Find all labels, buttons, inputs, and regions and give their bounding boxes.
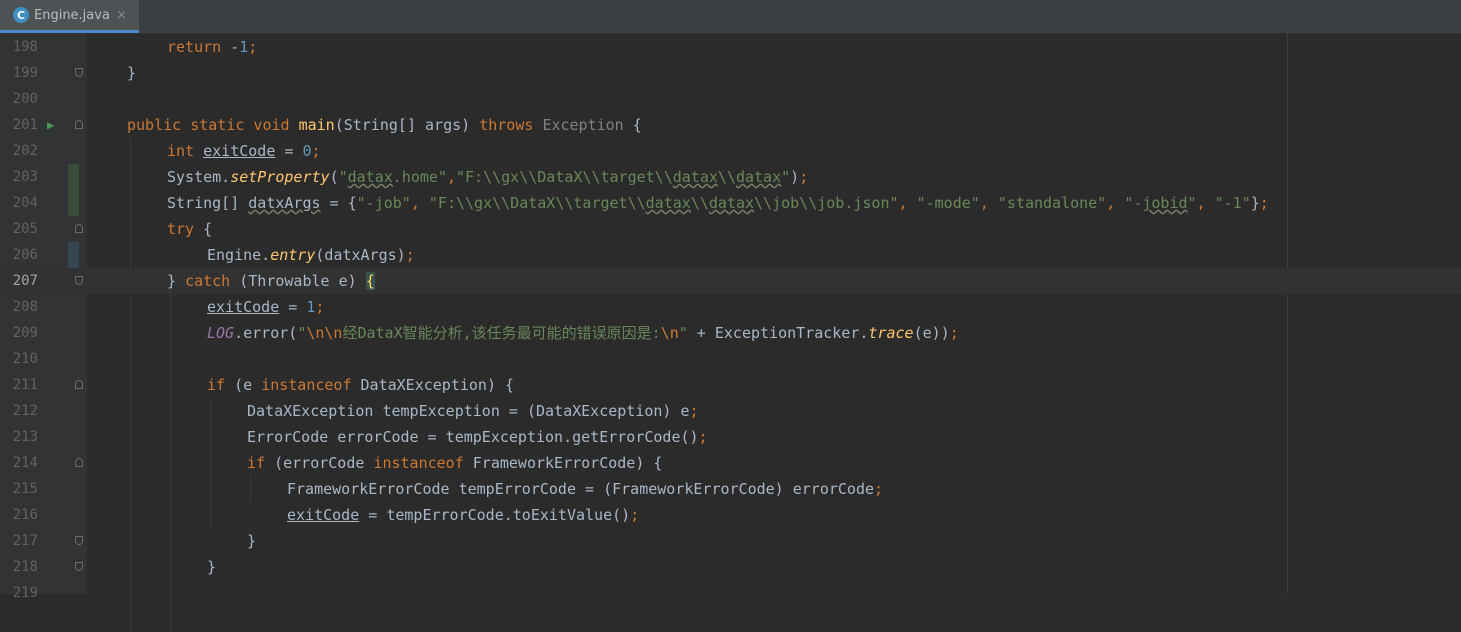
code-text: if (errorCode instanceof FrameworkErrorC… [247, 454, 663, 472]
fold-marker-icon[interactable] [75, 458, 83, 467]
code-line-198[interactable]: 198 return -1; [0, 34, 1461, 60]
line-number[interactable]: 200 [0, 86, 38, 112]
line-number[interactable]: 201 [0, 112, 38, 138]
code-text: Engine.entry(datxArgs); [207, 246, 415, 264]
tab-title: Engine.java [34, 7, 110, 23]
code-text: } [247, 532, 257, 550]
code-line-215[interactable]: 215 FrameworkErrorCode tempErrorCode = (F… [0, 476, 1461, 502]
code-line-204[interactable]: 204 String[] datxArgs = {"-job", "F:\\gx\… [0, 190, 1461, 216]
line-number[interactable]: 198 [0, 34, 38, 60]
line-number[interactable]: 208 [0, 294, 38, 320]
code-text: return -1; [167, 38, 258, 56]
fold-marker-icon[interactable] [75, 380, 83, 389]
line-number[interactable]: 213 [0, 424, 38, 450]
line-number[interactable]: 215 [0, 476, 38, 502]
code-text: ErrorCode errorCode = tempException.getE… [247, 428, 708, 446]
code-line-201[interactable]: 201 ▶ public static void main(String[] arg… [0, 112, 1461, 138]
tab-engine-java[interactable]: C Engine.java × [0, 0, 139, 33]
fold-marker-icon[interactable] [75, 120, 83, 129]
line-number[interactable]: 199 [0, 60, 38, 86]
line-number[interactable]: 209 [0, 320, 38, 346]
code-line-218[interactable]: 218} [0, 554, 1461, 580]
code-text: DataXException tempException = (DataXExc… [247, 402, 699, 420]
line-number[interactable]: 218 [0, 554, 38, 580]
fold-marker-icon[interactable] [75, 68, 83, 77]
code-line-206[interactable]: 206 Engine.entry(datxArgs); [0, 242, 1461, 268]
line-number[interactable]: 219 [0, 580, 38, 606]
code-line-210[interactable]: 210 [0, 346, 1461, 372]
line-number[interactable]: 203 [0, 164, 38, 190]
line-number[interactable]: 207 [0, 268, 38, 294]
code-line-216[interactable]: 216 exitCode = tempErrorCode.toExitValue(… [0, 502, 1461, 528]
code-line-208[interactable]: 208 exitCode = 1; [0, 294, 1461, 320]
line-number[interactable]: 212 [0, 398, 38, 424]
code-text: } catch (Throwable e) { [167, 272, 375, 290]
change-marker[interactable] [68, 164, 79, 190]
run-gutter-icon[interactable]: ▶ [47, 112, 54, 138]
line-number[interactable]: 214 [0, 450, 38, 476]
code-line-205[interactable]: 205 try { [0, 216, 1461, 242]
code-text: System.setProperty("datax.home","F:\\gx\… [167, 168, 809, 186]
code-text: int exitCode = 0; [167, 142, 321, 160]
code-text: } [127, 64, 137, 82]
code-line-214[interactable]: 214 if (errorCode instanceof FrameworkErr… [0, 450, 1461, 476]
line-number[interactable]: 210 [0, 346, 38, 372]
code-line-200[interactable]: 200 [0, 86, 1461, 112]
line-number[interactable]: 202 [0, 138, 38, 164]
code-line-202[interactable]: 202 int exitCode = 0; [0, 138, 1461, 164]
code-line-219[interactable]: 219 [0, 580, 1461, 606]
code-line-217[interactable]: 217} [0, 528, 1461, 554]
close-tab-icon[interactable]: × [116, 8, 127, 23]
line-number[interactable]: 206 [0, 242, 38, 268]
code-line-203[interactable]: 203 System.setProperty("datax.home","F:\\… [0, 164, 1461, 190]
code-line-209[interactable]: 209 LOG.error("\n\n经DataX智能分析,该任务最可能的错误原因… [0, 320, 1461, 346]
code-text: LOG.error("\n\n经DataX智能分析,该任务最可能的错误原因是:\… [207, 324, 959, 342]
line-number[interactable]: 217 [0, 528, 38, 554]
code-text: String[] datxArgs = {"-job", "F:\\gx\\Da… [167, 194, 1269, 212]
code-line-199[interactable]: 199} [0, 60, 1461, 86]
code-text: if (e instanceof DataXException) { [207, 376, 515, 394]
line-number[interactable]: 216 [0, 502, 38, 528]
code-editor[interactable]: 198 return -1; 199} 200 201 ▶ public static vo… [0, 34, 1461, 632]
editor-tab-bar: C Engine.java × [0, 0, 1461, 34]
line-number[interactable]: 205 [0, 216, 38, 242]
code-line-212[interactable]: 212 DataXException tempException = (DataX… [0, 398, 1461, 424]
fold-marker-icon[interactable] [75, 562, 83, 571]
change-marker[interactable] [68, 242, 79, 268]
code-text: FrameworkErrorCode tempErrorCode = (Fram… [287, 480, 884, 498]
java-class-icon: C [13, 7, 29, 23]
line-number[interactable]: 211 [0, 372, 38, 398]
line-number[interactable]: 204 [0, 190, 38, 216]
fold-marker-icon[interactable] [75, 224, 83, 233]
code-line-207[interactable]: 207 } catch (Throwable e) { [0, 268, 1461, 294]
fold-marker-icon[interactable] [75, 536, 83, 545]
code-text: exitCode = 1; [207, 298, 325, 316]
code-text: } [207, 558, 217, 576]
code-line-211[interactable]: 211 if (e instanceof DataXException) { [0, 372, 1461, 398]
code-text: public static void main(String[] args) t… [127, 116, 642, 134]
code-text: try { [167, 220, 213, 238]
change-marker[interactable] [68, 190, 79, 216]
code-line-213[interactable]: 213 ErrorCode errorCode = tempException.g… [0, 424, 1461, 450]
fold-marker-icon[interactable] [75, 276, 83, 285]
code-text: exitCode = tempErrorCode.toExitValue(); [287, 506, 640, 524]
